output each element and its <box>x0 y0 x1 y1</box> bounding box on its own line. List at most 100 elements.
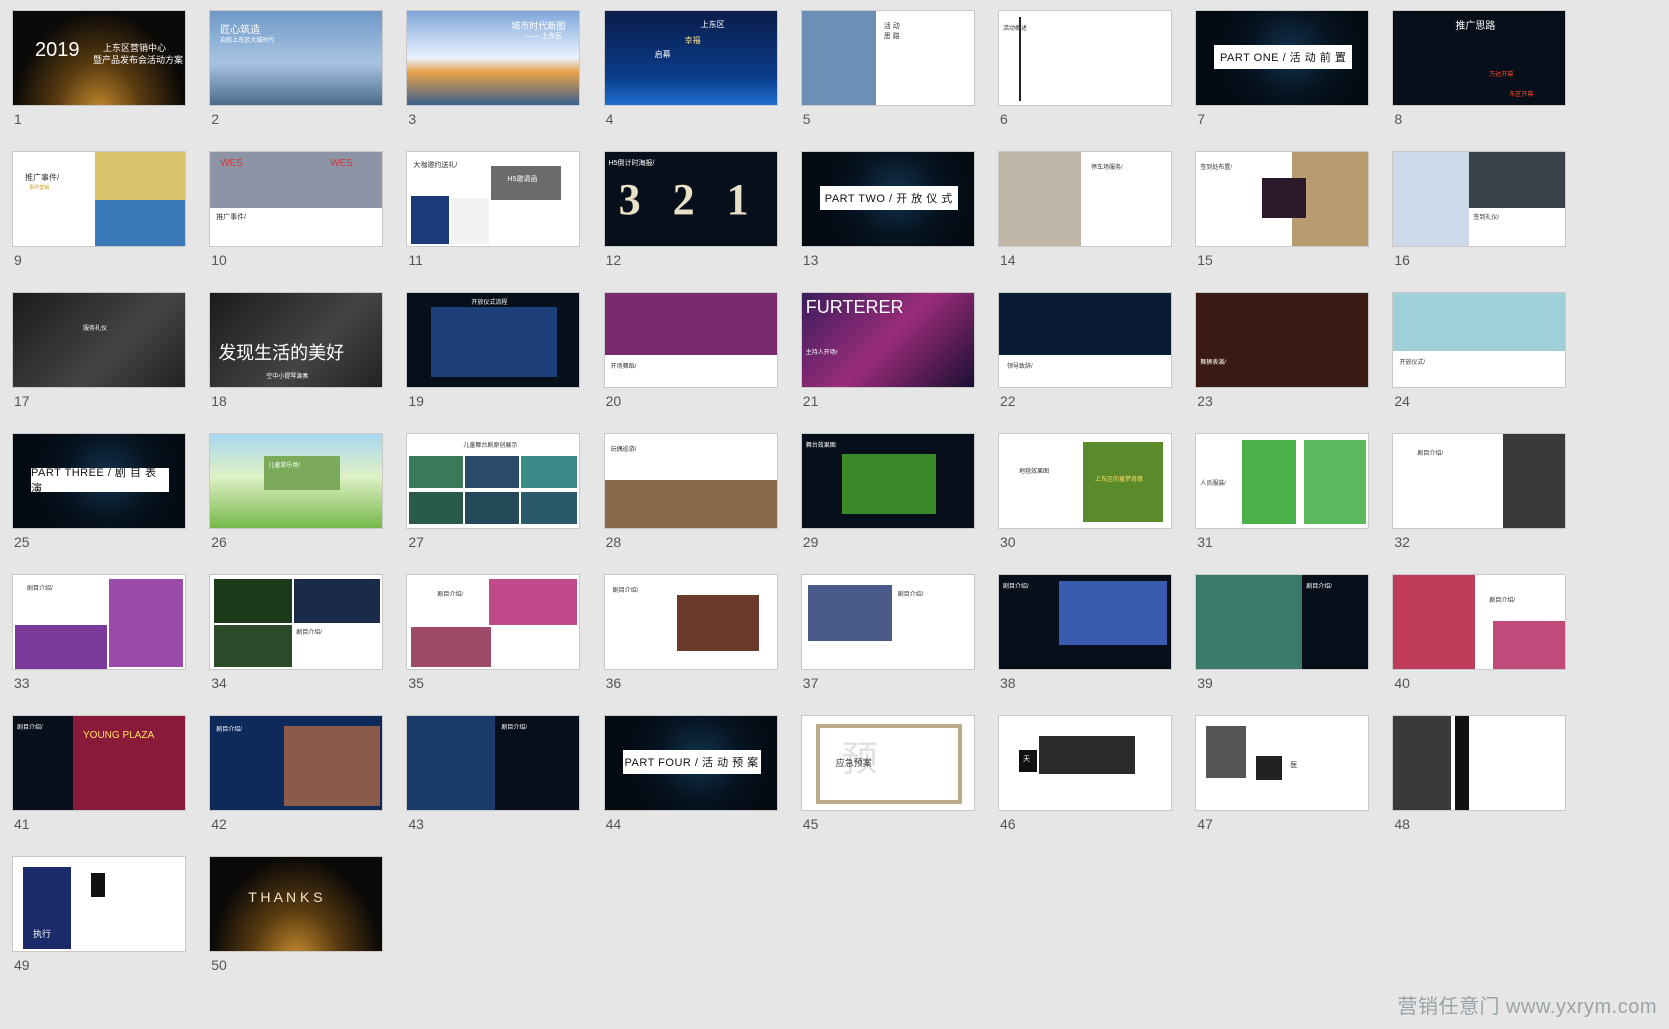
slide-preview[interactable]: 人员服装/ <box>1195 433 1370 529</box>
slide-thumbnail-11[interactable]: 大咖邀约送礼/H5邀请函 11 <box>406 151 581 268</box>
slide-thumbnail-10[interactable]: 推广事件/WES WES 10 <box>209 151 384 268</box>
slide-preview[interactable]: FURTERER 主持人开场/ <box>800 292 975 388</box>
slide-preview[interactable]: 匠心筑造 启航上东区大城时代 <box>209 10 384 106</box>
slide-thumbnail-33[interactable]: 剧目介绍/33 <box>12 574 186 691</box>
slide-preview[interactable]: 舞台效果图 <box>800 433 975 529</box>
slide-preview[interactable]: 舞狮表演/ <box>1195 292 1370 388</box>
slide-preview[interactable]: 剧目介绍/ <box>603 574 778 670</box>
slide-thumbnail-14[interactable]: 停车场服务/14 <box>998 151 1172 268</box>
slide-preview[interactable]: 剧目介绍/ <box>998 574 1172 670</box>
slide-preview[interactable]: 剧目介绍/ <box>209 715 384 811</box>
slide-preview[interactable]: PART FOUR / 活 动 预 案 <box>603 715 778 811</box>
slide-preview[interactable]: 停车场服务/ <box>998 151 1172 247</box>
slide-thumbnail-35[interactable]: 剧目介绍/35 <box>406 574 581 691</box>
slide-thumbnail-22[interactable]: 领导致辞/22 <box>998 292 1172 409</box>
slide-preview[interactable]: 预应急预案 <box>800 715 975 811</box>
slide-preview[interactable]: PART THREE / 剧 目 表 演 <box>12 433 186 529</box>
slide-preview[interactable]: 剧目介绍/YOUNG PLAZA <box>12 715 186 811</box>
slide-preview[interactable]: 剧目介绍/ <box>1392 433 1567 529</box>
slide-thumbnail-21[interactable]: FURTERER 主持人开场/21 <box>800 292 975 409</box>
slide-preview[interactable]: 剧目介绍/ <box>800 574 975 670</box>
slide-preview[interactable] <box>1392 715 1567 811</box>
slide-thumbnail-44[interactable]: PART FOUR / 活 动 预 案 44 <box>603 715 778 832</box>
slide-preview[interactable]: 城市时代新图 —— 上东区 <box>406 10 581 106</box>
slide-thumbnail-47[interactable]: 医 47 <box>1195 715 1370 832</box>
slide-preview[interactable]: PART ONE / 活 动 前 置 <box>1195 10 1370 106</box>
slide-preview[interactable]: 推广事件/WES WES <box>209 151 384 247</box>
slide-thumbnail-5[interactable]: 活 动思 路 5 <box>800 10 975 127</box>
slide-thumbnail-38[interactable]: 剧目介绍/38 <box>998 574 1172 691</box>
slide-preview[interactable]: 儿童舞台剧原创展示 <box>406 433 581 529</box>
slide-thumbnail-37[interactable]: 剧目介绍/37 <box>800 574 975 691</box>
slide-thumbnail-27[interactable]: 儿童舞台剧原创展示 27 <box>406 433 581 550</box>
slide-thumbnail-24[interactable]: 开放仪式/24 <box>1392 292 1567 409</box>
slide-thumbnail-18[interactable]: 发现生活的美好 空中小提琴演奏 18 <box>209 292 384 409</box>
slide-preview[interactable]: 签到礼仪/ <box>1392 151 1567 247</box>
slide-thumbnail-34[interactable]: 剧目介绍/34 <box>209 574 384 691</box>
slide-thumbnail-20[interactable]: 开场舞蹈/20 <box>603 292 778 409</box>
slide-thumbnail-15[interactable]: 签到处布置/15 <box>1195 151 1370 268</box>
slide-preview[interactable]: 剧目介绍/ <box>406 574 581 670</box>
slide-thumbnail-30[interactable]: 地毯效果图 上东区的童梦奇缘 30 <box>998 433 1172 550</box>
slide-preview[interactable]: 剧目介绍/ <box>406 715 581 811</box>
slide-thumbnail-49[interactable]: 执行 49 <box>12 856 186 973</box>
slide-preview[interactable]: 大咖邀约送礼/H5邀请函 <box>406 151 581 247</box>
slide-preview[interactable]: T H A N K S <box>209 856 384 952</box>
slide-thumbnail-43[interactable]: 剧目介绍/43 <box>406 715 581 832</box>
slide-preview[interactable]: 开放仪式/ <box>1392 292 1567 388</box>
slide-thumbnail-9[interactable]: 推广事件/事件营销 9 <box>12 151 186 268</box>
slide-preview[interactable]: 玩偶巡游/ <box>603 433 778 529</box>
slide-thumbnail-8[interactable]: 推广思路 万达开幕 东区开幕 8 <box>1392 10 1567 127</box>
slide-preview[interactable]: 推广思路 万达开幕 东区开幕 <box>1392 10 1567 106</box>
slide-preview[interactable]: 剧目介绍/ <box>1392 574 1567 670</box>
slide-thumbnail-16[interactable]: 签到礼仪/16 <box>1392 151 1567 268</box>
slide-preview[interactable]: 签到处布置/ <box>1195 151 1370 247</box>
slide-thumbnail-6[interactable]: 活动概述 6 <box>998 10 1172 127</box>
slide-thumbnail-12[interactable]: 3 2 1 H5倒计时海报/12 <box>603 151 778 268</box>
slide-preview[interactable]: 上东区 幸福 启幕 <box>603 10 778 106</box>
slide-thumbnail-40[interactable]: 剧目介绍/40 <box>1392 574 1567 691</box>
slide-preview[interactable]: 剧目介绍/ <box>12 574 186 670</box>
slide-thumbnail-3[interactable]: 城市时代新图 —— 上东区 3 <box>406 10 581 127</box>
slide-thumbnail-19[interactable]: 开放仪式流程 19 <box>406 292 581 409</box>
slide-preview[interactable]: 发现生活的美好 空中小提琴演奏 <box>209 292 384 388</box>
slide-thumbnail-26[interactable]: 儿童游乐场/26 <box>209 433 384 550</box>
slide-preview[interactable]: 开放仪式流程 <box>406 292 581 388</box>
slide-thumbnail-29[interactable]: 舞台效果图 29 <box>800 433 975 550</box>
slide-thumbnail-31[interactable]: 人员服装/31 <box>1195 433 1370 550</box>
slide-thumbnail-4[interactable]: 上东区 幸福 启幕 4 <box>603 10 778 127</box>
slide-thumbnail-41[interactable]: 剧目介绍/YOUNG PLAZA 41 <box>12 715 186 832</box>
slide-thumbnail-23[interactable]: 舞狮表演/23 <box>1195 292 1370 409</box>
slide-thumbnail-1[interactable]: 2019 上东区营销中心 暨产品发布会活动方案 1 <box>12 10 186 127</box>
slide-preview[interactable]: 医 <box>1195 715 1370 811</box>
slide-thumbnail-17[interactable]: 服务礼仪 17 <box>12 292 186 409</box>
slide-thumbnail-50[interactable]: T H A N K S 50 <box>209 856 384 973</box>
slide-preview[interactable]: 推广事件/事件营销 <box>12 151 186 247</box>
slide-thumbnail-28[interactable]: 玩偶巡游/28 <box>603 433 778 550</box>
slide-preview[interactable]: 服务礼仪 <box>12 292 186 388</box>
slide-thumbnail-36[interactable]: 剧目介绍/36 <box>603 574 778 691</box>
slide-preview[interactable]: 剧目介绍/ <box>209 574 384 670</box>
slide-preview[interactable]: 执行 <box>12 856 186 952</box>
slide-preview[interactable]: 活 动思 路 <box>800 10 975 106</box>
slide-preview[interactable]: 3 2 1 H5倒计时海报/ <box>603 151 778 247</box>
slide-thumbnail-48[interactable]: 48 <box>1392 715 1567 832</box>
slide-thumbnail-32[interactable]: 剧目介绍/32 <box>1392 433 1567 550</box>
slide-thumbnail-2[interactable]: 匠心筑造 启航上东区大城时代 2 <box>209 10 384 127</box>
slide-thumbnail-45[interactable]: 预应急预案 45 <box>800 715 975 832</box>
slide-preview[interactable]: 地毯效果图 上东区的童梦奇缘 <box>998 433 1172 529</box>
slide-preview[interactable]: 剧目介绍/ <box>1195 574 1370 670</box>
slide-preview[interactable]: 2019 上东区营销中心 暨产品发布会活动方案 <box>12 10 186 106</box>
slide-preview[interactable]: 开场舞蹈/ <box>603 292 778 388</box>
slide-thumbnail-39[interactable]: 剧目介绍/39 <box>1195 574 1370 691</box>
slide-thumbnail-7[interactable]: PART ONE / 活 动 前 置 7 <box>1195 10 1370 127</box>
slide-preview[interactable]: 天 <box>998 715 1172 811</box>
slide-thumbnail-46[interactable]: 天 46 <box>998 715 1172 832</box>
slide-thumbnail-25[interactable]: PART THREE / 剧 目 表 演 25 <box>12 433 186 550</box>
slide-preview[interactable]: PART TWO / 开 放 仪 式 <box>800 151 975 247</box>
slide-preview[interactable]: 儿童游乐场/ <box>209 433 384 529</box>
slide-preview[interactable]: 领导致辞/ <box>998 292 1172 388</box>
slide-thumbnail-13[interactable]: PART TWO / 开 放 仪 式 13 <box>800 151 975 268</box>
slide-preview[interactable]: 活动概述 <box>998 10 1172 106</box>
slide-thumbnail-42[interactable]: 剧目介绍/42 <box>209 715 384 832</box>
